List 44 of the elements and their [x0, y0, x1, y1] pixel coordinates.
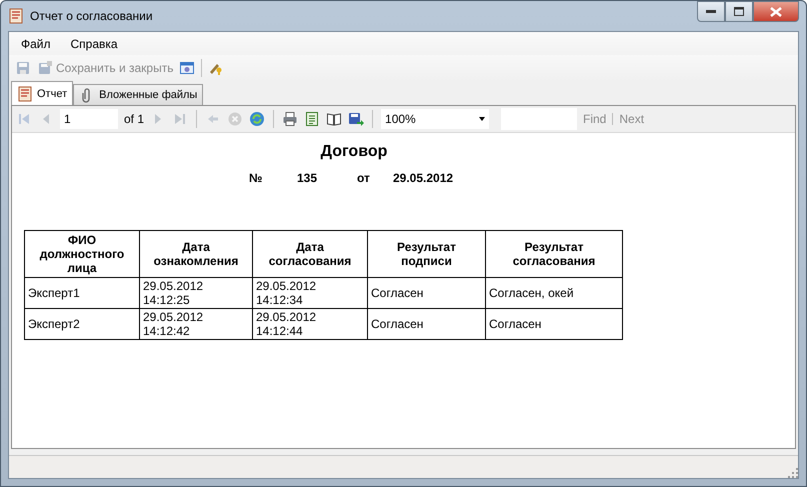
caret-icon	[479, 117, 486, 121]
table-cell: Согласен, окей	[486, 278, 622, 308]
page-count: of 1	[124, 112, 144, 126]
close-icon	[770, 6, 782, 16]
minimize-button[interactable]	[697, 1, 725, 22]
table-cell: Согласен	[368, 308, 486, 340]
open-book-icon[interactable]	[326, 111, 342, 127]
close-button[interactable]	[753, 1, 799, 22]
table-cell: 29.05.2012 14:12:42	[140, 308, 252, 340]
column-header: Результат согласования	[486, 230, 622, 278]
menu-item[interactable]: Файл	[13, 35, 59, 53]
report-icon	[8, 8, 24, 24]
table-cell: Эксперт1	[24, 278, 140, 308]
page-layout-icon[interactable]	[304, 111, 320, 127]
table-cell: 29.05.2012 14:12:34	[252, 278, 368, 308]
page-number-field[interactable]: 1	[60, 109, 118, 129]
tab[interactable]: Отчет	[11, 81, 74, 105]
refresh-icon[interactable]	[249, 111, 266, 127]
window-title: Отчет о согласовании	[30, 9, 154, 23]
document-date: 29.05.2012	[393, 171, 454, 185]
resize-grip-icon[interactable]	[788, 468, 798, 478]
date-label: от	[357, 171, 371, 185]
column-header: Дата ознакомления	[140, 230, 252, 278]
tab[interactable]: Вложенные файлы	[73, 84, 204, 105]
maximize-icon	[734, 7, 744, 16]
table-cell: 29.05.2012 14:12:25	[140, 278, 252, 308]
menu-item[interactable]: Справка	[62, 35, 126, 53]
table-cell: 29.05.2012 14:12:44	[252, 308, 368, 340]
document-number: 135	[297, 171, 318, 185]
column-header: ФИО должностного лица	[24, 230, 140, 278]
column-header: Результат подписи	[368, 230, 486, 278]
zoom-dropdown[interactable]: 100%	[381, 109, 490, 129]
minimize-icon	[706, 10, 716, 14]
column-header: Дата согласования	[252, 230, 368, 278]
number-label: №	[249, 171, 264, 185]
window-icon[interactable]	[179, 60, 196, 76]
table-cell: Согласен	[368, 278, 486, 308]
maximize-button[interactable]	[725, 1, 753, 22]
export-disk-icon[interactable]	[348, 111, 364, 127]
report-title: Договор	[320, 143, 388, 160]
table-cell: Согласен	[486, 308, 622, 340]
report-icon[interactable]	[17, 86, 33, 102]
table-cell: Эксперт2	[24, 308, 140, 340]
printer-icon[interactable]	[282, 111, 298, 127]
